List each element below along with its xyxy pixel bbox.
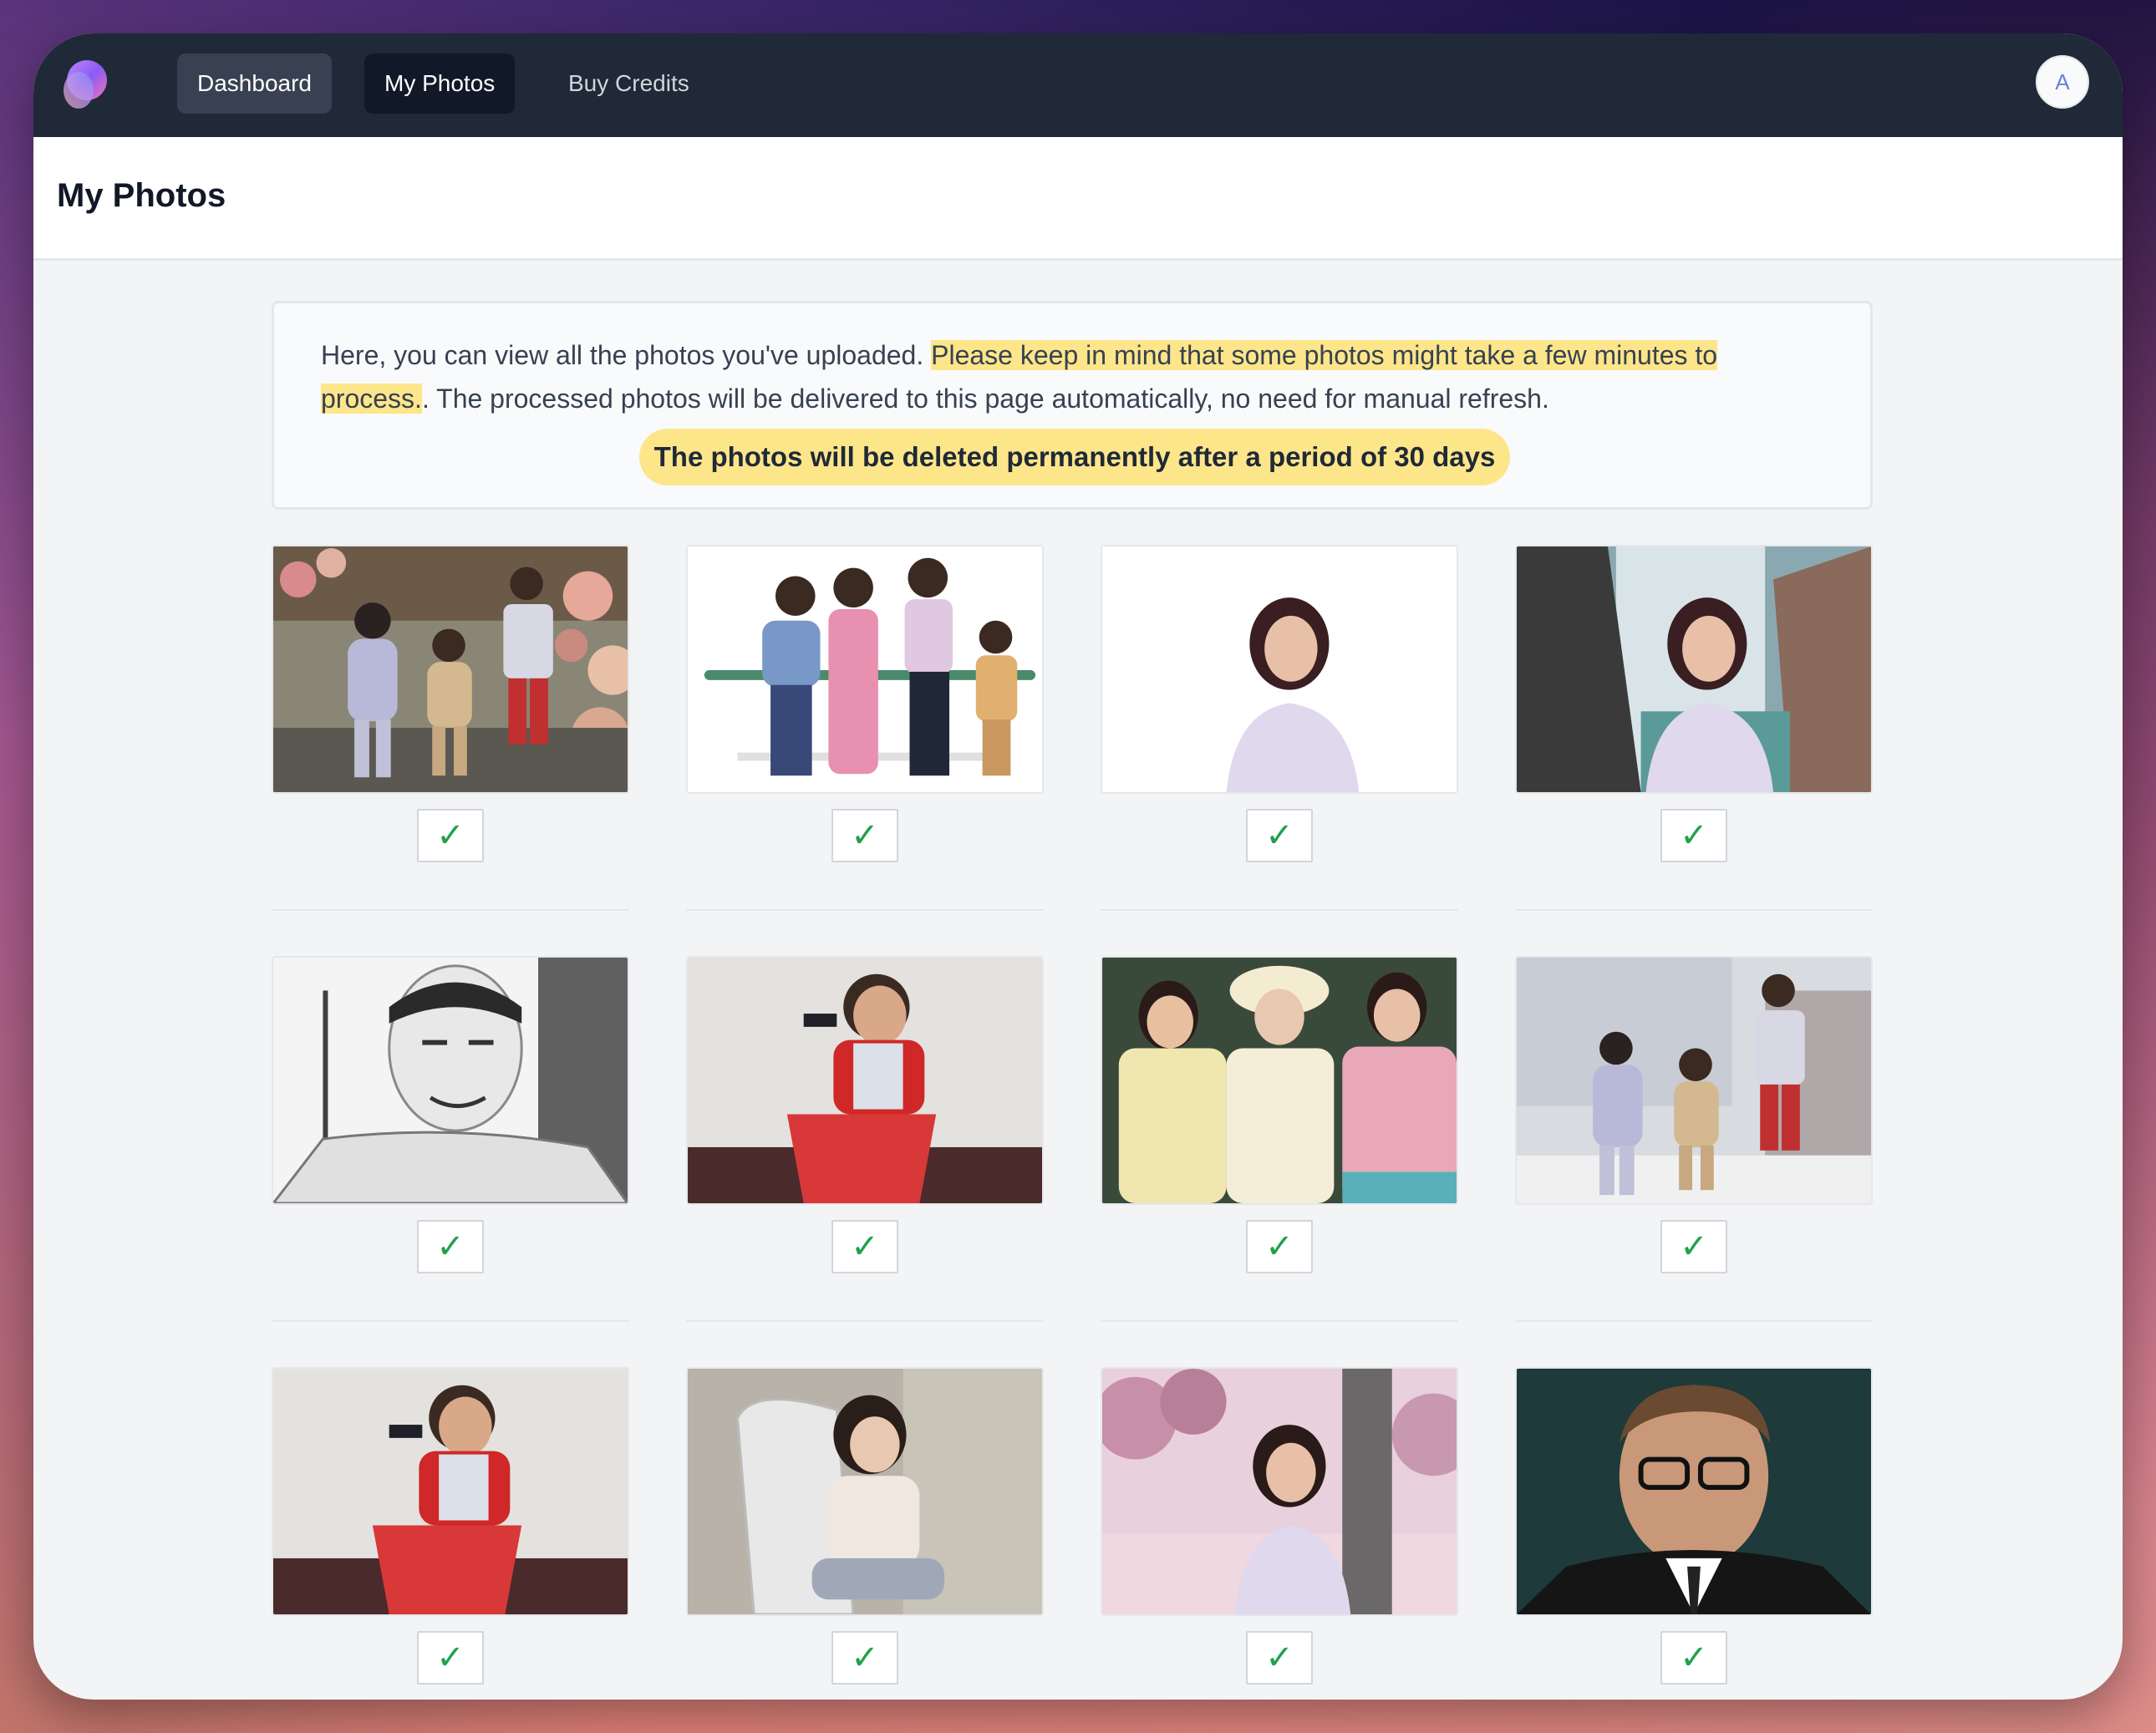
processed-check-icon[interactable]: ✓ [1660, 1631, 1727, 1685]
photo-card: ✓ [1515, 1367, 1873, 1700]
notice-text-after: . The processed photos will be delivered… [421, 384, 1549, 414]
photo-thumbnail[interactable] [686, 545, 1044, 794]
photo-card: ✓ [1101, 956, 1458, 1325]
notice-text: Here, you can view all the photos you've… [321, 333, 1825, 420]
card-divider [1515, 1320, 1873, 1322]
processed-check-icon[interactable]: ✓ [417, 1631, 484, 1685]
processed-check-icon[interactable]: ✓ [1660, 809, 1727, 862]
photo-thumbnail[interactable] [272, 956, 629, 1205]
app-logo-icon[interactable] [57, 57, 112, 112]
processed-check-icon[interactable]: ✓ [1246, 809, 1313, 862]
photo-thumbnail[interactable] [272, 1367, 629, 1616]
card-divider [1101, 909, 1458, 911]
card-divider [1101, 1320, 1458, 1322]
photo-card: ✓ [686, 545, 1044, 914]
photo-card: ✓ [1101, 545, 1458, 914]
photo-card: ✓ [272, 545, 629, 914]
processed-check-icon[interactable]: ✓ [831, 1631, 898, 1685]
processed-check-icon[interactable]: ✓ [417, 809, 484, 862]
photo-card: ✓ [686, 956, 1044, 1325]
photo-thumbnail[interactable] [1101, 545, 1458, 794]
photo-card: ✓ [272, 956, 629, 1325]
card-divider [686, 909, 1044, 911]
photo-thumbnail[interactable] [686, 956, 1044, 1205]
processed-check-icon[interactable]: ✓ [1660, 1220, 1727, 1273]
card-divider [1515, 909, 1873, 911]
processed-check-icon[interactable]: ✓ [1246, 1631, 1313, 1685]
user-avatar[interactable]: A [2036, 55, 2089, 109]
page-header: My Photos [33, 137, 2123, 261]
photo-thumbnail[interactable] [1101, 1367, 1458, 1616]
photo-thumbnail[interactable] [1515, 1367, 1873, 1616]
photo-card: ✓ [686, 1367, 1044, 1700]
photo-card: ✓ [1101, 1367, 1458, 1700]
photo-thumbnail[interactable] [272, 545, 629, 794]
page-title: My Photos [57, 177, 226, 214]
processed-check-icon[interactable]: ✓ [831, 809, 898, 862]
nav-buy-credits[interactable]: Buy Credits [548, 53, 709, 114]
info-notice: Here, you can view all the photos you've… [272, 301, 1873, 510]
card-divider [272, 1320, 629, 1322]
nav-my-photos[interactable]: My Photos [364, 53, 516, 114]
photo-card: ✓ [272, 1367, 629, 1700]
photo-thumbnail[interactable] [1515, 545, 1873, 794]
processed-check-icon[interactable]: ✓ [831, 1220, 898, 1273]
card-divider [686, 1320, 1044, 1322]
photo-card: ✓ [1515, 956, 1873, 1325]
card-divider [272, 909, 629, 911]
photo-card: ✓ [1515, 545, 1873, 914]
processed-check-icon[interactable]: ✓ [1246, 1220, 1313, 1273]
photo-thumbnail[interactable] [1515, 956, 1873, 1205]
notice-text-before: Here, you can view all the photos you've… [321, 340, 932, 370]
photo-thumbnail[interactable] [686, 1367, 1044, 1616]
processed-check-icon[interactable]: ✓ [417, 1220, 484, 1273]
top-navbar: Dashboard My Photos Buy Credits A [33, 33, 2123, 137]
photo-thumbnail[interactable] [1101, 956, 1458, 1205]
nav-dashboard[interactable]: Dashboard [177, 53, 332, 114]
app-window: Dashboard My Photos Buy Credits A My Pho… [33, 33, 2123, 1700]
deletion-warning: The photos will be deleted permanently a… [638, 429, 1511, 485]
